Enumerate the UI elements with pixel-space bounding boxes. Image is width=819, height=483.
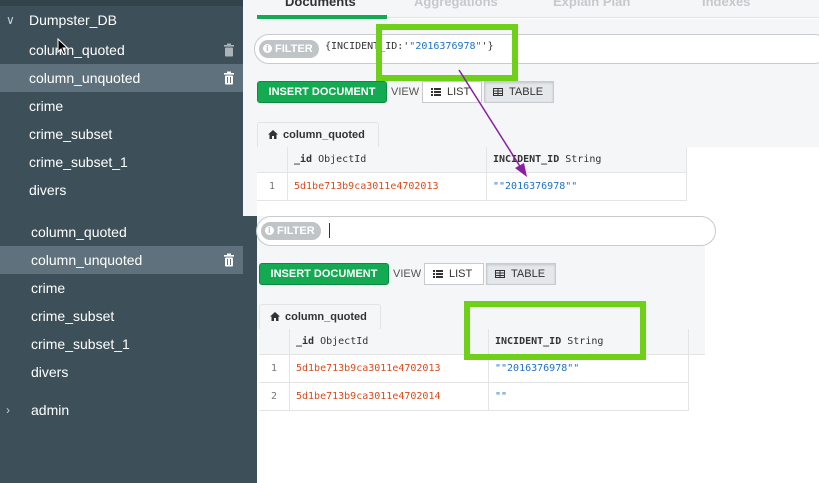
view-list-button[interactable]: LIST — [424, 263, 484, 285]
view-list-label: LIST — [449, 268, 473, 280]
header-field-name: _id — [296, 336, 315, 347]
filter-input[interactable]: FILTER {INCIDENT_ID:'"2016376978"'} — [254, 34, 819, 64]
chevron-right-icon: › — [6, 403, 10, 417]
sidebar: ∨ Dumpster_DB column_quoted column_unquo… — [0, 0, 243, 483]
text-cursor — [329, 223, 330, 238]
collection-tab[interactable]: column_quoted — [257, 122, 379, 148]
info-icon — [265, 222, 274, 240]
collection-tab[interactable]: column_quoted — [259, 304, 381, 330]
filter-label: FILTER — [277, 225, 315, 237]
view-table-button[interactable]: TABLE — [486, 263, 556, 285]
sidebar-item-label: divers — [31, 364, 69, 380]
sidebar-item-crime-subset-1[interactable]: crime_subset_1 — [0, 148, 243, 176]
sidebar-db-label: admin — [31, 402, 70, 418]
home-icon — [268, 130, 278, 139]
table-cell-id[interactable]: 5d1be713b9ca3011e4702014 — [290, 383, 489, 411]
tab-explain-plan[interactable]: Explain Plan — [553, 0, 630, 9]
sidebar-db-label: Dumpster_DB — [29, 12, 117, 28]
mouse-pointer-icon — [57, 38, 69, 56]
table-icon — [495, 270, 505, 278]
trash-icon[interactable] — [223, 253, 235, 267]
collection-tab-label: column_quoted — [285, 311, 367, 323]
sidebar-item-column-unquoted[interactable]: column_unquoted — [0, 64, 243, 92]
annotation-arrow — [458, 69, 527, 177]
list-icon — [431, 88, 441, 96]
sidebar-item-column-unquoted[interactable]: column_unquoted — [0, 246, 243, 274]
collection-tab-label: column_quoted — [283, 129, 365, 141]
sidebar-item-label: column_quoted — [31, 224, 127, 240]
view-label: VIEW — [393, 268, 422, 280]
sidebar-item-label: crime_subset — [31, 308, 115, 324]
trash-icon[interactable] — [223, 43, 235, 57]
sidebar-item-label: divers — [29, 182, 67, 198]
sidebar-item-label: crime — [29, 98, 64, 114]
home-icon — [270, 312, 280, 321]
tab-documents[interactable]: Documents — [285, 0, 356, 9]
bottom-sidebar-edge — [243, 216, 257, 483]
table-cell-incident-id[interactable]: "" — [489, 383, 689, 411]
sidebar-item-column-quoted[interactable]: column_quoted — [0, 218, 243, 246]
info-icon — [263, 40, 272, 58]
sidebar-item-crime[interactable]: crime — [0, 92, 243, 120]
header-field-type: ObjectId — [318, 154, 367, 165]
bottom-right-blank — [705, 216, 819, 483]
trash-icon[interactable] — [223, 71, 235, 85]
sidebar-item-label: crime_subset_1 — [29, 154, 128, 170]
sidebar-item-crime-subset[interactable]: crime_subset — [0, 302, 243, 330]
filter-pill[interactable]: FILTER — [259, 40, 319, 58]
table-header-filler — [689, 329, 705, 355]
filter-pill[interactable]: FILTER — [261, 222, 321, 240]
insert-document-button[interactable]: INSERT DOCUMENT — [259, 263, 389, 285]
table-header-rownum — [259, 329, 290, 355]
filter-label: FILTER — [275, 43, 313, 55]
tab-indexes[interactable]: Indexes — [702, 0, 750, 9]
sidebar-item-label: crime_subset — [29, 126, 113, 142]
table-row-number: 2 — [259, 383, 290, 411]
view-table-label: TABLE — [511, 268, 546, 280]
sidebar-item-label: crime_subset_1 — [31, 336, 130, 352]
sidebar-db-dumpster[interactable]: ∨ Dumpster_DB — [0, 6, 243, 34]
table-cell-id[interactable]: 5d1be713b9ca3011e4702013 — [290, 355, 489, 383]
header-field-type: String — [565, 154, 602, 165]
sidebar-item-label: column_unquoted — [29, 70, 141, 86]
header-field-name: _id — [294, 154, 313, 165]
table-header-rownum — [257, 147, 288, 173]
sidebar-item-crime-subset[interactable]: crime_subset — [0, 120, 243, 148]
sidebar-item-label: column_quoted — [29, 42, 125, 58]
filter-input[interactable]: FILTER — [256, 216, 716, 246]
chevron-down-icon: ∨ — [6, 13, 15, 27]
header-field-type: ObjectId — [320, 336, 369, 347]
sidebar-item-label: crime — [31, 280, 66, 296]
sidebar-item-crime[interactable]: crime — [0, 274, 243, 302]
table-header-id[interactable]: _id ObjectId — [290, 329, 489, 355]
sidebar-item-crime-subset-1[interactable]: crime_subset_1 — [0, 330, 243, 358]
sidebar-item-label: column_unquoted — [31, 252, 143, 268]
sidebar-item-divers[interactable]: divers — [0, 176, 243, 204]
sidebar-item-divers[interactable]: divers — [0, 358, 243, 386]
highlight-box-header — [464, 301, 646, 360]
tab-aggregations[interactable]: Aggregations — [414, 0, 498, 9]
list-icon — [433, 270, 443, 278]
insert-document-button[interactable]: INSERT DOCUMENT — [257, 81, 387, 103]
table-row-number: 1 — [259, 355, 290, 383]
table-row-number: 1 — [257, 173, 288, 201]
sidebar-item-column-quoted[interactable]: column_quoted — [0, 36, 243, 64]
sidebar-db-admin[interactable]: › admin — [0, 396, 243, 424]
view-label: VIEW — [391, 86, 420, 98]
